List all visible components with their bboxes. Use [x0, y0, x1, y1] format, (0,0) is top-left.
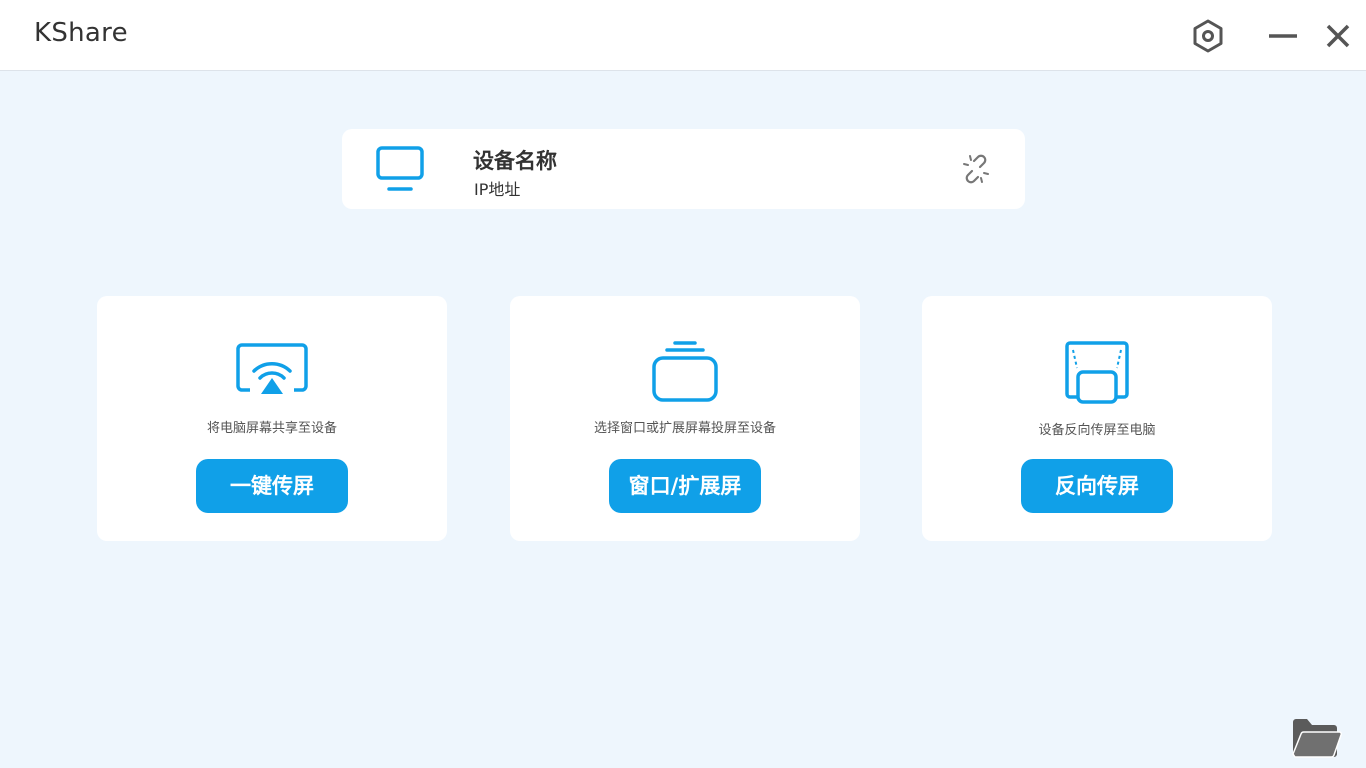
reverse-cast-button[interactable]: 反向传屏 — [1021, 459, 1173, 513]
reverse-cast-icon — [1065, 341, 1129, 404]
reverse-cast-description: 设备反向传屏至电脑 — [1038, 423, 1156, 438]
close-button[interactable] — [1318, 16, 1358, 56]
unlink-icon[interactable] — [960, 153, 992, 185]
app-title: KShare — [34, 18, 128, 48]
window-extend-card: 选择窗口或扩展屏幕投屏至设备 窗口/扩展屏 — [510, 296, 860, 541]
device-name: 设备名称 — [473, 149, 557, 173]
minimize-icon — [1269, 34, 1297, 38]
device-ip: IP地址 — [474, 180, 521, 199]
settings-button[interactable] — [1188, 16, 1228, 56]
folder-icon — [1292, 719, 1343, 758]
window-extend-button[interactable]: 窗口/扩展屏 — [609, 459, 761, 513]
monitor-icon — [376, 146, 424, 191]
screen-share-card: 将电脑屏幕共享至设备 一键传屏 — [97, 296, 447, 541]
settings-hexagon-icon — [1193, 19, 1223, 53]
screen-share-description: 将电脑屏幕共享至设备 — [206, 421, 337, 436]
device-card: 设备名称 IP地址 — [342, 129, 1025, 209]
title-bar: KShare — [0, 0, 1366, 71]
window-extend-description: 选择窗口或扩展屏幕投屏至设备 — [593, 421, 776, 436]
screen-cast-icon — [236, 343, 308, 394]
reverse-cast-card: 设备反向传屏至电脑 反向传屏 — [922, 296, 1272, 541]
one-click-cast-button[interactable]: 一键传屏 — [196, 459, 348, 513]
window-stack-icon — [652, 341, 718, 402]
close-icon — [1326, 24, 1350, 48]
minimize-button[interactable] — [1263, 16, 1303, 56]
folder-button[interactable] — [1290, 714, 1343, 760]
